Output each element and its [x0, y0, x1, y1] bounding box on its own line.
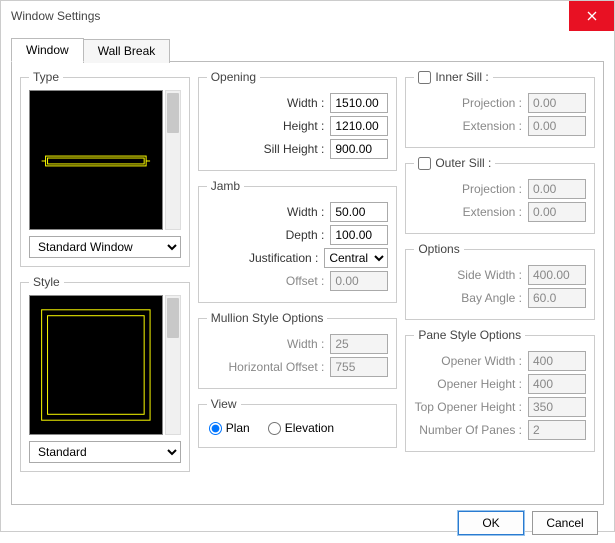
jamb-offset-label: Offset : — [207, 274, 325, 288]
legend-outer-sill: Outer Sill : — [435, 156, 491, 170]
opening-sill-label: Sill Height : — [207, 142, 325, 156]
inner-sill-projection-label: Projection : — [414, 96, 522, 110]
inner-sill-checkbox[interactable] — [418, 71, 431, 84]
outer-sill-projection-input — [528, 179, 586, 199]
jamb-width-input[interactable] — [330, 202, 388, 222]
style-select[interactable]: Standard — [29, 441, 181, 463]
mullion-hoffset-label: Horizontal Offset : — [207, 360, 325, 374]
outer-sill-extension-input — [528, 202, 586, 222]
tabpanel-window: Type St — [11, 61, 604, 505]
group-outer-sill: Outer Sill : Projection : Extension : — [405, 156, 595, 234]
legend-mullion: Mullion Style Options — [207, 311, 328, 325]
jamb-justification-select[interactable]: Central — [324, 248, 388, 268]
type-preview-svg — [30, 91, 162, 229]
dialog-title: Window Settings — [11, 9, 100, 23]
legend-view: View — [207, 397, 241, 411]
outer-sill-checkbox[interactable] — [418, 157, 431, 170]
outer-sill-extension-label: Extension : — [414, 205, 522, 219]
close-button[interactable] — [569, 1, 614, 31]
mullion-width-label: Width : — [207, 337, 325, 351]
opening-width-label: Width : — [207, 96, 325, 110]
pane-openerw-label: Opener Width : — [414, 354, 522, 368]
tabstrip: Window Wall Break — [11, 37, 604, 61]
legend-inner-sill: Inner Sill : — [435, 70, 488, 84]
legend-pane: Pane Style Options — [414, 328, 525, 342]
cancel-button[interactable]: Cancel — [532, 511, 598, 535]
group-view: View Plan Elevation — [198, 397, 398, 448]
legend-options: Options — [414, 242, 463, 256]
options-bayangle-input — [528, 288, 586, 308]
ok-button[interactable]: OK — [458, 511, 524, 535]
opening-sill-input[interactable] — [330, 139, 388, 159]
view-plan-option[interactable]: Plan — [209, 421, 250, 435]
jamb-depth-label: Depth : — [207, 228, 325, 242]
opening-width-input[interactable] — [330, 93, 388, 113]
pane-toph-input — [528, 397, 586, 417]
type-select[interactable]: Standard Window — [29, 236, 181, 258]
view-plan-radio[interactable] — [209, 422, 222, 435]
type-preview — [29, 90, 163, 230]
style-preview-svg — [30, 296, 162, 434]
dialog-buttons: OK Cancel — [11, 511, 604, 535]
inner-sill-extension-label: Extension : — [414, 119, 522, 133]
legend-opening: Opening — [207, 70, 260, 84]
group-style: Style Standard — [20, 275, 190, 472]
tab-window[interactable]: Window — [11, 38, 84, 62]
type-scrollbar[interactable] — [165, 90, 181, 230]
style-scrollbar[interactable] — [165, 295, 181, 435]
inner-sill-extension-input — [528, 116, 586, 136]
group-mullion: Mullion Style Options Width : Horizontal… — [198, 311, 398, 389]
pane-num-label: Number Of Panes : — [414, 423, 522, 437]
legend-type: Type — [29, 70, 63, 84]
group-options: Options Side Width : Bay Angle : — [405, 242, 595, 320]
jamb-justification-label: Justification : — [207, 251, 319, 265]
tab-wall-break[interactable]: Wall Break — [83, 39, 171, 63]
window-settings-dialog: Window Settings Window Wall Break Type — [0, 0, 615, 532]
outer-sill-projection-label: Projection : — [414, 182, 522, 196]
group-inner-sill: Inner Sill : Projection : Extension : — [405, 70, 595, 148]
jamb-width-label: Width : — [207, 205, 325, 219]
opening-height-input[interactable] — [330, 116, 388, 136]
group-type: Type St — [20, 70, 190, 267]
options-bayangle-label: Bay Angle : — [414, 291, 522, 305]
mullion-hoffset-input — [330, 357, 388, 377]
close-icon — [587, 11, 597, 21]
pane-toph-label: Top Opener Height : — [414, 400, 522, 414]
jamb-offset-input — [330, 271, 388, 291]
pane-openerh-label: Opener Height : — [414, 377, 522, 391]
options-sidewidth-input — [528, 265, 586, 285]
pane-openerw-input — [528, 351, 586, 371]
group-pane: Pane Style Options Opener Width : Opener… — [405, 328, 595, 452]
group-jamb: Jamb Width : Depth : Justification : Cent… — [198, 179, 398, 303]
jamb-depth-input[interactable] — [330, 225, 388, 245]
options-sidewidth-label: Side Width : — [414, 268, 522, 282]
pane-openerh-input — [528, 374, 586, 394]
mullion-width-input — [330, 334, 388, 354]
inner-sill-projection-input — [528, 93, 586, 113]
titlebar: Window Settings — [1, 1, 614, 31]
pane-num-input — [528, 420, 586, 440]
group-opening: Opening Width : Height : Sill Height : — [198, 70, 398, 171]
view-elevation-option[interactable]: Elevation — [268, 421, 334, 435]
legend-jamb: Jamb — [207, 179, 244, 193]
legend-style: Style — [29, 275, 64, 289]
opening-height-label: Height : — [207, 119, 325, 133]
style-preview — [29, 295, 163, 435]
view-elevation-radio[interactable] — [268, 422, 281, 435]
